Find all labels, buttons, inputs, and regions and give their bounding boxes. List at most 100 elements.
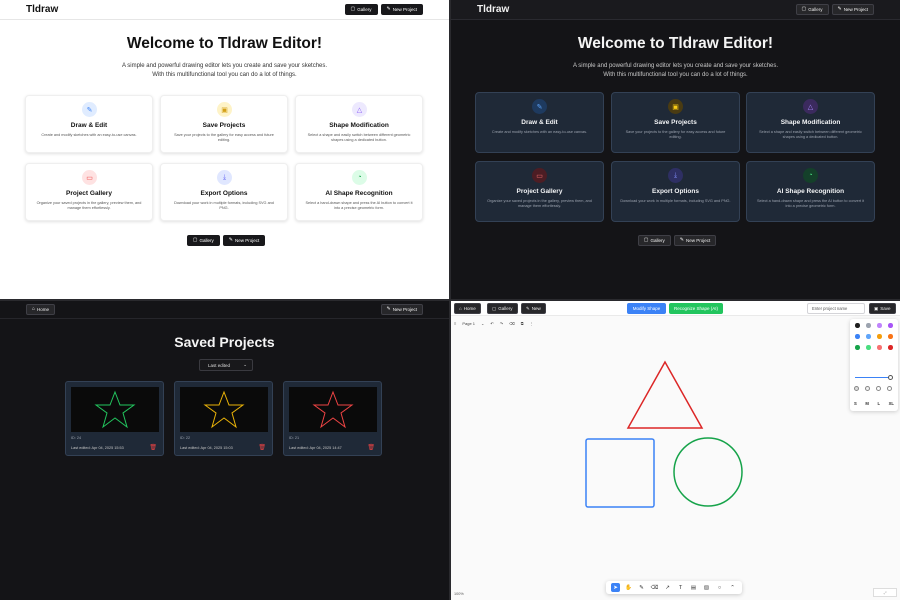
new-label: New [531, 306, 541, 311]
delete-icon[interactable]: 🗑 [367, 444, 375, 451]
project-last-edited: Last edited: Apr 04, 2025 15:53 [71, 446, 124, 450]
gallery-label: Gallery [498, 306, 513, 311]
page-selector[interactable]: Page 1 [462, 321, 475, 326]
project-name-input[interactable]: Enter project name [807, 303, 865, 314]
ai-icon: ◔ [352, 170, 367, 185]
duplicate-icon[interactable]: ⧉ [521, 321, 524, 326]
color-swatch-light-blue[interactable] [866, 334, 871, 339]
opacity-slider-track[interactable] [855, 377, 891, 378]
menu-icon[interactable]: ≡ [454, 321, 456, 326]
card-title: Export Options [200, 190, 248, 197]
gallery-button[interactable]: ▢ Gallery [637, 235, 671, 246]
gallery-button[interactable]: ▢ Gallery [487, 303, 518, 314]
save-label: Save [880, 306, 891, 311]
feature-card-export-options: ⤓ Export Options Download your work in m… [160, 163, 288, 221]
brand-logo[interactable]: Tldraw [26, 4, 58, 15]
text-tool-icon[interactable]: T [676, 583, 685, 592]
project-card[interactable]: ID: 22 Last edited: Apr 04, 2025 15:03 🗑 [174, 381, 273, 456]
more-icon[interactable]: ⋮ [530, 321, 534, 326]
arrow-tool-icon[interactable]: ↗ [663, 583, 672, 592]
size-s[interactable]: S [854, 401, 857, 406]
color-swatch-black[interactable] [855, 323, 860, 328]
shape-tool-icon[interactable]: ○ [715, 583, 724, 592]
size-m[interactable]: M [865, 401, 869, 406]
square-shape[interactable] [585, 438, 655, 508]
pencil-icon: ✎ [837, 6, 842, 12]
size-l[interactable]: L [877, 401, 880, 406]
project-thumbnail[interactable] [180, 387, 268, 432]
minimap[interactable]: ⤢ [873, 588, 897, 597]
note-tool-icon[interactable]: ▤ [689, 583, 698, 592]
fill-semi-option[interactable] [865, 386, 870, 391]
brand-logo[interactable]: Tldraw [477, 4, 509, 15]
star-shape [94, 390, 136, 429]
triangle-shape[interactable] [626, 360, 704, 429]
modify-shape-button[interactable]: Modify Shape [627, 303, 666, 314]
fill-none-option[interactable] [854, 386, 859, 391]
project-thumbnail[interactable] [289, 387, 377, 432]
circle-shape[interactable] [673, 437, 743, 507]
chevron-down-icon: ⌄ [243, 362, 247, 367]
download-icon: ⤓ [217, 170, 232, 185]
zoom-level[interactable]: 100% [454, 592, 464, 596]
card-title: Save Projects [654, 119, 697, 126]
fill-pattern-option[interactable] [887, 386, 892, 391]
chevron-up-icon[interactable]: ⌃ [728, 583, 737, 592]
project-card[interactable]: ID: 24 Last edited: Apr 04, 2025 15:53 🗑 [65, 381, 164, 456]
project-thumbnail[interactable] [71, 387, 159, 432]
color-swatch-red[interactable] [888, 345, 893, 350]
hand-tool-icon[interactable]: ✋ [624, 583, 633, 592]
gallery-button[interactable]: ▢ Gallery [795, 4, 829, 15]
home-button[interactable]: ⌂ Home [26, 304, 56, 315]
pencil-icon: ✎ [526, 305, 530, 311]
subtitle-line-2: With this multifunctional tool you can d… [603, 71, 748, 78]
color-swatch-orange[interactable] [888, 334, 893, 339]
gallery-icon: ▢ [192, 237, 198, 243]
gallery-button[interactable]: ▢ Gallery [344, 4, 378, 15]
redo-icon[interactable]: ↷ [500, 321, 503, 326]
trash-icon[interactable]: ⌫ [509, 321, 515, 326]
card-title: AI Shape Recognition [325, 190, 393, 197]
select-tool-icon[interactable]: ➤ [611, 583, 620, 592]
download-icon: ⤓ [668, 168, 683, 183]
color-swatch-blue[interactable] [855, 334, 860, 339]
new-button[interactable]: ✎ New [521, 303, 546, 314]
project-last-edited: Last edited: Apr 04, 2025 14:47 [289, 446, 342, 450]
sort-select-value: Last edited [208, 362, 231, 368]
color-swatch-light-red[interactable] [877, 345, 882, 350]
top-navbar: Tldraw ▢ Gallery ✎ New Project [0, 0, 449, 20]
feature-card-ai-shape-recognition: ◔ AI Shape Recognition Select a hand-dra… [295, 163, 423, 221]
color-swatch-light-violet[interactable] [877, 323, 882, 328]
save-button[interactable]: ▣ Save [869, 303, 896, 314]
color-swatch-light-green[interactable] [866, 345, 871, 350]
fill-solid-option[interactable] [876, 386, 881, 391]
chevron-down-icon[interactable]: ⌄ [481, 321, 484, 326]
color-swatch-green[interactable] [855, 345, 860, 350]
opacity-slider-handle[interactable] [888, 375, 893, 380]
card-title: Draw & Edit [521, 119, 558, 126]
project-card[interactable]: ID: 21 Last edited: Apr 04, 2025 14:47 🗑 [283, 381, 382, 456]
new-project-button[interactable]: ✎ New Project [380, 304, 423, 315]
image-tool-icon[interactable]: ▨ [702, 583, 711, 592]
color-swatch-grey[interactable] [866, 323, 871, 328]
size-xl[interactable]: XL [889, 401, 894, 406]
gallery-button[interactable]: ▢ Gallery [186, 235, 220, 246]
home-button[interactable]: ⌂ Home [454, 303, 481, 314]
sort-select[interactable]: Last edited ⌄ [199, 359, 253, 371]
color-swatch-yellow[interactable] [877, 334, 882, 339]
new-project-button[interactable]: ✎ New Project [222, 235, 266, 246]
eraser-tool-icon[interactable]: ⌫ [650, 583, 659, 592]
draw-tool-icon[interactable]: ✎ [637, 583, 646, 592]
drawing-canvas[interactable] [451, 301, 900, 600]
page-menu: ≡ Page 1 ⌄ ↶ ↷ ⌫ ⧉ ⋮ [454, 319, 534, 328]
new-project-button[interactable]: ✎ New Project [673, 235, 717, 246]
delete-icon[interactable]: 🗑 [149, 444, 157, 451]
star-drawing [312, 390, 354, 429]
new-project-button[interactable]: ✎ New Project [831, 4, 874, 15]
delete-icon[interactable]: 🗑 [258, 444, 266, 451]
new-project-button[interactable]: ✎ New Project [380, 4, 423, 15]
recognize-shape-button[interactable]: Recognize Shape (AI) [669, 303, 723, 314]
color-swatch-violet[interactable] [888, 323, 893, 328]
project-last-edited: Last edited: Apr 04, 2025 15:03 [180, 446, 233, 450]
undo-icon[interactable]: ↶ [490, 321, 493, 326]
